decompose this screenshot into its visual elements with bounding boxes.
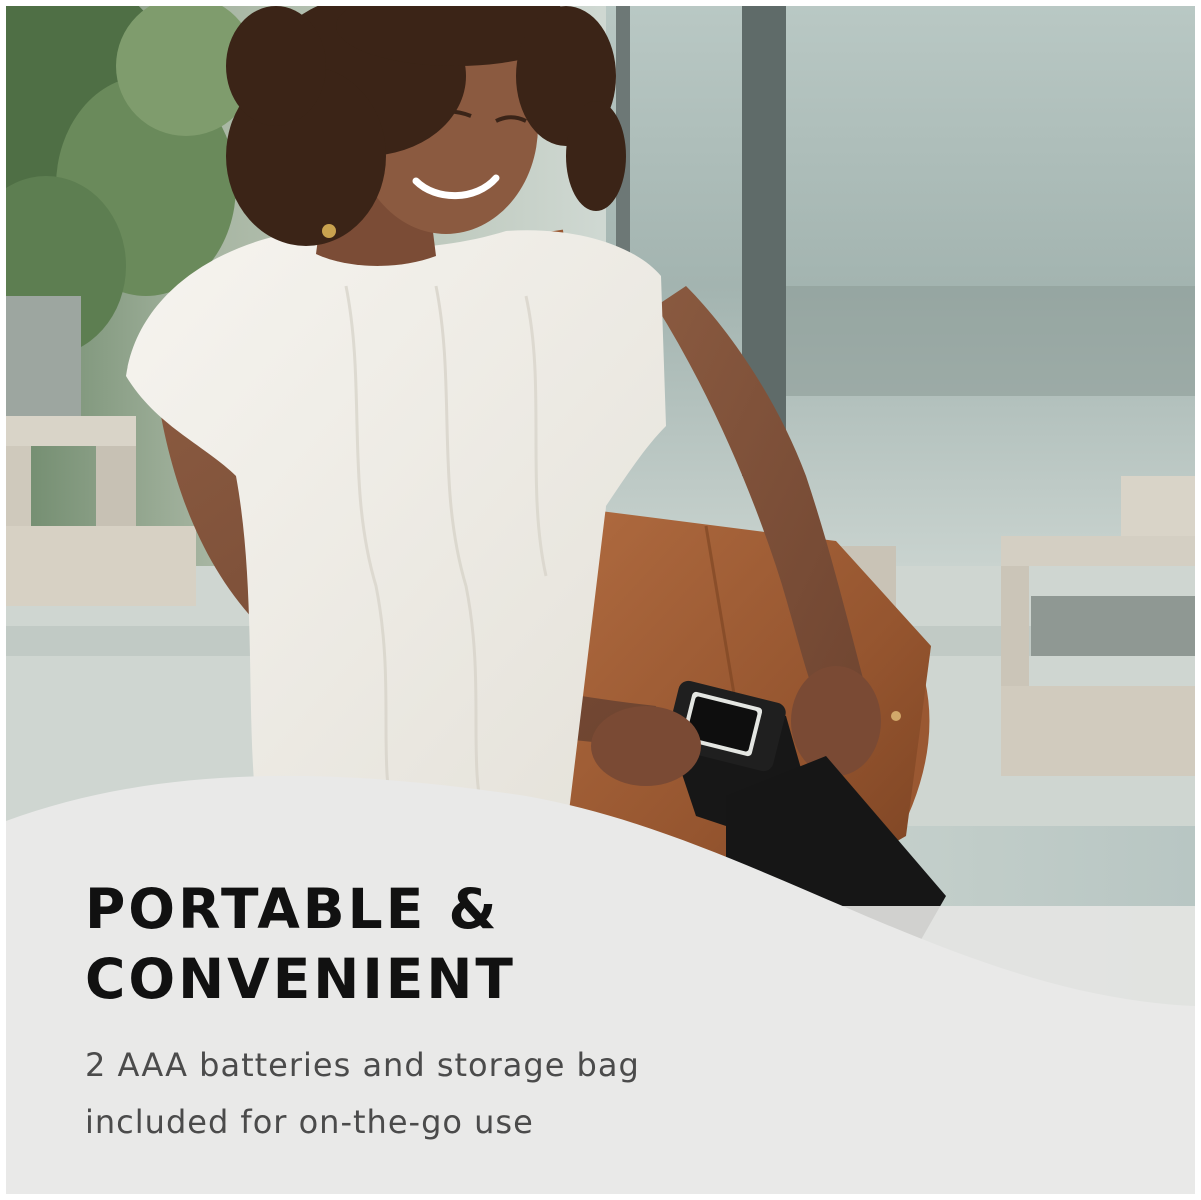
- product-image-frame: PORTABLE & CONVENIENT 2 AAA batteries an…: [6, 6, 1195, 1194]
- earring: [322, 224, 336, 238]
- feature-description: 2 AAA batteries and storage bag included…: [85, 1037, 885, 1151]
- feature-description-line-2: included for on-the-go use: [85, 1103, 534, 1141]
- headline-line-1: PORTABLE &: [85, 877, 500, 941]
- headline-line-2: CONVENIENT: [85, 947, 516, 1011]
- headline: PORTABLE & CONVENIENT: [85, 874, 845, 1014]
- lifestyle-photo: [6, 6, 1195, 1194]
- hand-left: [591, 706, 701, 786]
- hand-right: [791, 666, 881, 776]
- feature-description-line-1: 2 AAA batteries and storage bag: [85, 1046, 640, 1084]
